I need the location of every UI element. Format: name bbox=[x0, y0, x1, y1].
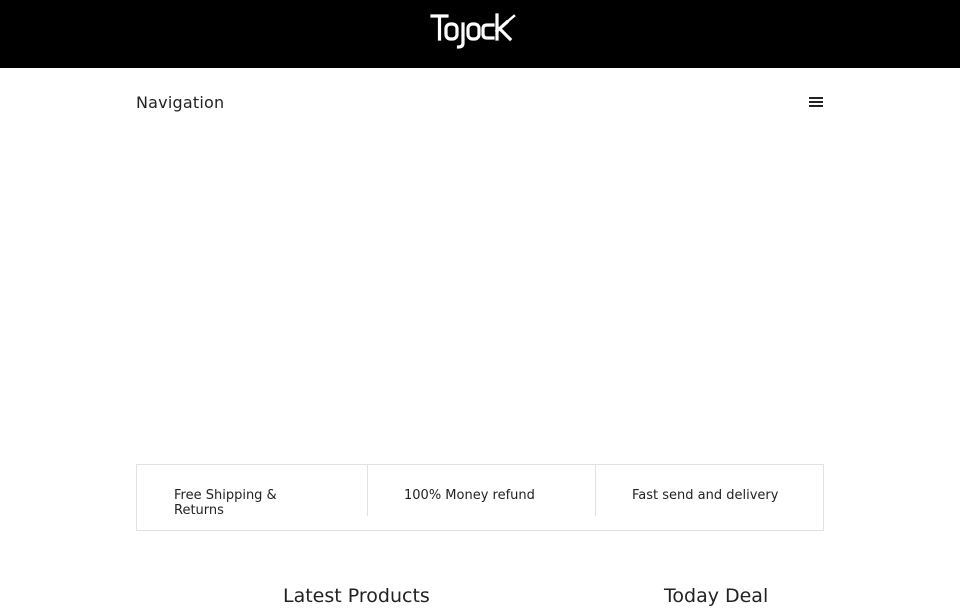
hamburger-line bbox=[809, 101, 823, 103]
navigation-title: Navigation bbox=[136, 93, 225, 112]
hamburger-icon[interactable] bbox=[808, 94, 824, 110]
top-bar bbox=[0, 0, 960, 68]
latest-products-heading: Latest Products bbox=[283, 585, 430, 607]
feature-label: Fast send and delivery bbox=[632, 488, 779, 503]
today-deal-heading: Today Deal bbox=[664, 585, 769, 607]
features-strip: Free Shipping & Returns 100% Money refun… bbox=[136, 464, 824, 531]
feature-label: Free Shipping & Returns bbox=[174, 488, 277, 518]
hamburger-line bbox=[809, 97, 823, 99]
feature-fast-delivery: Fast send and delivery bbox=[595, 465, 823, 516]
feature-free-shipping: Free Shipping & Returns bbox=[137, 465, 367, 530]
feature-money-refund: 100% Money refund bbox=[367, 465, 595, 516]
navigation-bar: Navigation bbox=[136, 84, 824, 120]
feature-label: 100% Money refund bbox=[404, 488, 535, 503]
logo[interactable] bbox=[430, 12, 530, 50]
hamburger-line bbox=[809, 105, 823, 107]
